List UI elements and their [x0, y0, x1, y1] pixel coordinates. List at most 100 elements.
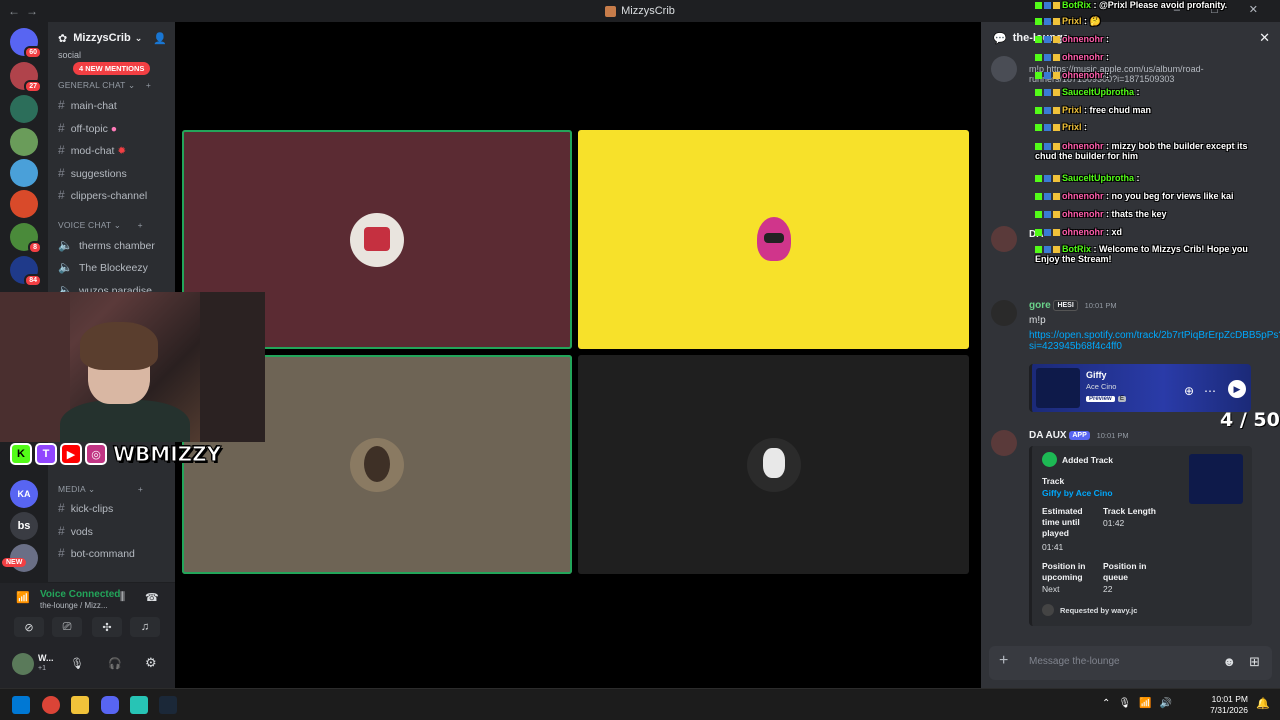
embed-title: Added Track: [1062, 455, 1114, 465]
mic-icon[interactable]: 🎙: [70, 657, 84, 670]
avatar: [1042, 604, 1054, 616]
avatar[interactable]: [991, 430, 1017, 456]
channel-kick-clips[interactable]: # kick-clips: [58, 501, 113, 515]
emoji-icon[interactable]: ☻: [1222, 654, 1236, 669]
stream-chat-message: ohnenohr :: [1035, 52, 1109, 62]
tile-yellow[interactable]: [578, 130, 969, 349]
folder-icon[interactable]: [71, 696, 89, 714]
speaker-icon: 🔈: [58, 260, 73, 274]
hash-icon: #: [58, 524, 65, 538]
emoji-icon: ✹: [117, 145, 127, 157]
pos-q-value: 22: [1103, 584, 1113, 594]
message-input[interactable]: Message the-lounge: [1029, 656, 1120, 667]
noise-suppression-icon[interactable]: ⫼: [120, 591, 125, 604]
hash-icon: #: [58, 143, 65, 157]
server-4[interactable]: [10, 128, 38, 156]
disconnect-icon[interactable]: ☎: [145, 591, 159, 604]
category-media-label: MEDIA: [58, 484, 86, 494]
track-value[interactable]: Giffy by Ace Cino: [1042, 488, 1113, 498]
start-icon[interactable]: [12, 696, 30, 714]
activities-button[interactable]: ✣: [92, 617, 122, 637]
channel-label: off-topic: [70, 123, 108, 135]
server-8[interactable]: 84: [10, 256, 42, 287]
discord-icon[interactable]: [101, 696, 119, 714]
category-general[interactable]: GENERAL CHAT ⌄ +: [58, 80, 151, 91]
screen-share-button[interactable]: ⎚: [52, 617, 82, 637]
avatar[interactable]: [12, 653, 34, 675]
channel-off-topic[interactable]: # off-topic ●: [58, 121, 117, 135]
server-7[interactable]: 8: [10, 223, 42, 254]
steam-icon[interactable]: [159, 696, 177, 714]
add-friend-icon[interactable]: 👤: [153, 32, 167, 45]
stream-chat-message: ohnenohr :: [1035, 70, 1109, 80]
track-label: Track: [1042, 476, 1065, 486]
stream-chat-user: ohnenohr: [1062, 209, 1104, 219]
discord-home[interactable]: 60: [10, 28, 42, 59]
apps-icon[interactable]: ⊞: [1249, 654, 1260, 670]
youtube-icon: ▶: [60, 443, 82, 465]
stream-chat-message: SauceItUpbrotha :: [1035, 87, 1140, 97]
server-new[interactable]: NEW: [2, 544, 38, 572]
stream-chat-text: : free chud man: [1081, 105, 1152, 115]
explicit-badge: E: [1118, 396, 1127, 402]
server-bs[interactable]: bs: [10, 512, 38, 540]
channel-bot-command[interactable]: # bot-command: [58, 546, 135, 560]
badge-icons: [1035, 191, 1062, 201]
hash-icon: #: [58, 166, 65, 180]
new-mentions-pill[interactable]: 4 NEW MENTIONS: [73, 62, 151, 75]
stream-chat-text: :: [1134, 173, 1140, 183]
kick-icon: K: [10, 443, 32, 465]
voice-location[interactable]: the-lounge / Mizz...: [40, 601, 108, 610]
soundboard-button[interactable]: ♫: [130, 617, 160, 637]
username[interactable]: gore: [1029, 300, 1051, 311]
badge-icons: [1035, 70, 1062, 80]
server-2[interactable]: 27: [10, 62, 42, 93]
system-tray[interactable]: ⌃🎙📶🔊: [1102, 698, 1180, 709]
channel-clippers[interactable]: # clippers-channel: [58, 188, 147, 202]
clock[interactable]: 10:01 PM 7/31/2026: [1210, 694, 1248, 716]
channel-main-chat[interactable]: # main-chat: [58, 98, 117, 112]
camera-off-icon: ⊘: [24, 621, 34, 634]
category-media[interactable]: MEDIA ⌄ +: [58, 484, 143, 495]
gear-icon[interactable]: ⚙: [145, 655, 157, 671]
server-6[interactable]: [10, 190, 38, 218]
streamer-hair: [80, 322, 158, 370]
avatar[interactable]: [991, 226, 1017, 252]
avatar[interactable]: [991, 300, 1017, 326]
play-icon[interactable]: ▶: [1228, 380, 1246, 398]
voice-channel-therms[interactable]: 🔈 therms chamber: [58, 238, 155, 252]
time: 10:01 PM: [1211, 694, 1248, 704]
channel-social[interactable]: social: [58, 50, 81, 60]
nav-arrows[interactable]: ←→: [8, 4, 44, 18]
camera-off-button[interactable]: ⊘: [14, 617, 44, 637]
channel-label: mod-chat: [70, 145, 115, 157]
headphones-icon[interactable]: 🎧: [108, 657, 122, 670]
back-icon[interactable]: ←: [8, 4, 26, 18]
app-badge: APP: [1069, 430, 1090, 440]
username[interactable]: DA AUX: [1029, 430, 1067, 441]
chrome-icon[interactable]: [42, 696, 60, 714]
server-name: MizzysCrib: [73, 32, 131, 44]
avatar[interactable]: [991, 56, 1017, 82]
spotify-link[interactable]: https://open.spotify.com/track/2b7rtPiqB…: [1029, 330, 1280, 352]
server-3[interactable]: [10, 95, 38, 123]
channel-vods[interactable]: # vods: [58, 524, 93, 538]
app-icon[interactable]: [130, 696, 148, 714]
spotify-embed[interactable]: Giffy Ace Cino Preview E ⊕ ⋯ ▶: [1029, 364, 1251, 412]
notification-icon[interactable]: 🔔: [1256, 697, 1270, 710]
add-attachment-icon[interactable]: +: [999, 652, 1008, 670]
more-icon[interactable]: ⋯: [1204, 384, 1216, 398]
tile-dark[interactable]: [578, 355, 969, 574]
channel-mod-chat[interactable]: # mod-chat ✹: [58, 143, 126, 157]
stream-chat-message: BotRix : @Prixl Please avoid profanity.: [1035, 0, 1227, 10]
channel-suggestions[interactable]: # suggestions: [58, 166, 127, 180]
voice-channel-blockeezy[interactable]: 🔈 The Blockeezy: [58, 260, 148, 274]
stream-chat-user: BotRix: [1062, 0, 1091, 10]
category-voice[interactable]: VOICE CHAT ⌄ +: [58, 220, 143, 231]
server-ka[interactable]: KA: [10, 480, 38, 508]
add-icon[interactable]: ⊕: [1184, 384, 1194, 398]
forward-icon[interactable]: →: [26, 4, 44, 18]
badge-icons: [1035, 209, 1062, 219]
hash-icon: #: [58, 546, 65, 560]
server-5[interactable]: [10, 159, 38, 187]
